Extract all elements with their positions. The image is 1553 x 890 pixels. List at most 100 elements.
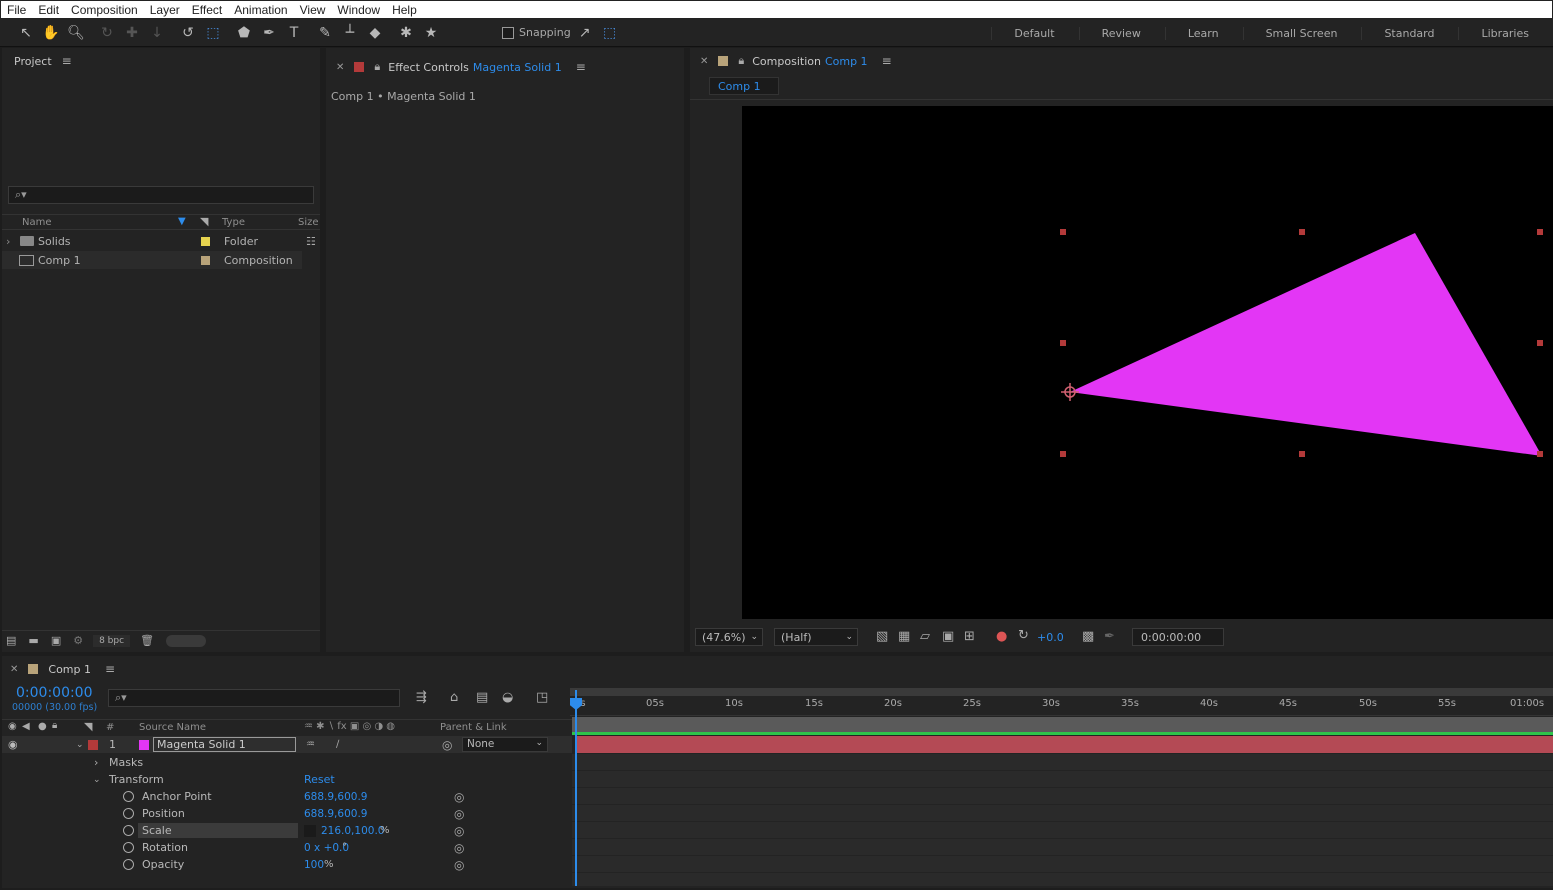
- pickwhip-icon[interactable]: ◎: [454, 807, 464, 821]
- quality-switch-icon[interactable]: ∕: [336, 739, 339, 750]
- expand-layer-icon[interactable]: ⌄: [76, 740, 84, 750]
- property-value[interactable]: 688.9,600.9: [304, 808, 367, 820]
- workspace-default[interactable]: Default: [991, 26, 1078, 40]
- parent-pickwhip-icon[interactable]: ◎: [442, 738, 452, 752]
- type-tool-icon[interactable]: T: [283, 22, 305, 44]
- frame-blending-icon[interactable]: ◒: [502, 690, 513, 705]
- menu-help[interactable]: Help: [386, 3, 423, 17]
- column-size[interactable]: Size: [298, 217, 319, 228]
- reset-exposure-icon[interactable]: ↻: [1018, 628, 1029, 643]
- layer-shape[interactable]: [742, 106, 1553, 619]
- property-anchor-point[interactable]: Anchor Point 688.9,600.9 ◎: [2, 788, 572, 805]
- bpc-button[interactable]: 8 bpc: [93, 634, 131, 647]
- pickwhip-icon[interactable]: ◎: [454, 824, 464, 838]
- layer-row[interactable]: ◉ ⌄ 1 Magenta Solid 1 ♒ ∕ ◎ None ⌄: [2, 736, 572, 753]
- eraser-tool-icon[interactable]: ◆: [364, 22, 386, 44]
- property-value[interactable]: 688.9,600.9: [304, 791, 367, 803]
- property-scale[interactable]: Scale 216.0,100.0 % ◎: [2, 822, 572, 839]
- channel-icon[interactable]: ●: [996, 629, 1007, 644]
- draft-3d-icon[interactable]: ⌂: [450, 690, 458, 705]
- pickwhip-icon[interactable]: ◎: [454, 858, 464, 872]
- pickwhip-icon[interactable]: ◎: [454, 790, 464, 804]
- comp-tab[interactable]: Comp 1: [709, 77, 779, 95]
- handle-top-right[interactable]: [1537, 229, 1543, 235]
- menu-window[interactable]: Window: [331, 3, 386, 17]
- handle-bottom-left[interactable]: [1060, 451, 1066, 457]
- puppet-tool-icon[interactable]: ★: [420, 22, 442, 44]
- interpret-footage-icon[interactable]: ▤: [6, 634, 16, 647]
- project-search-input[interactable]: ⌕▾: [8, 186, 314, 204]
- timeline-timecode[interactable]: 0:00:00:00: [16, 685, 93, 701]
- trash-icon[interactable]: 🗑︎: [140, 634, 154, 647]
- composition-name[interactable]: Comp 1: [825, 55, 868, 68]
- effect-controls-menu-icon[interactable]: ≡: [576, 60, 586, 74]
- handle-top-left[interactable]: [1060, 229, 1066, 235]
- project-item-solids[interactable]: › Solids Folder ☷: [2, 232, 320, 250]
- graph-editor-icon[interactable]: ◳: [536, 690, 548, 705]
- work-area-bar[interactable]: [572, 717, 1553, 733]
- collapse-arrow-icon[interactable]: ⌄: [93, 775, 101, 785]
- close-icon[interactable]: ✕: [700, 56, 708, 67]
- zoom-tool-icon[interactable]: 🔍︎: [65, 22, 87, 44]
- selection-tool-icon[interactable]: ↖: [15, 22, 37, 44]
- column-name[interactable]: Name: [22, 217, 52, 228]
- timeline-search-input[interactable]: ⌕▾: [108, 689, 400, 707]
- adjust-icon[interactable]: ⚙: [73, 634, 83, 647]
- handle-mid-right[interactable]: [1537, 340, 1543, 346]
- composition-mini-flowchart-icon[interactable]: ⇶: [416, 690, 427, 705]
- snapping-checkbox[interactable]: [502, 26, 514, 39]
- orbit-tool-icon[interactable]: ↻: [96, 22, 118, 44]
- workspace-libraries[interactable]: Libraries: [1458, 26, 1553, 40]
- menu-file[interactable]: File: [1, 3, 32, 17]
- property-opacity[interactable]: Opacity 100 % ◎: [2, 856, 572, 873]
- mask-visibility-icon[interactable]: ▱: [920, 629, 930, 644]
- lock-icon[interactable]: 🔒︎: [738, 54, 744, 68]
- eye-icon[interactable]: ◉: [8, 738, 18, 751]
- menu-composition[interactable]: Composition: [65, 3, 144, 17]
- layer-name[interactable]: Magenta Solid 1: [153, 737, 296, 752]
- pickwhip-icon[interactable]: ◎: [454, 841, 464, 855]
- timeline-comp-name[interactable]: Comp 1: [48, 663, 91, 676]
- timeline-menu-icon[interactable]: ≡: [105, 662, 115, 676]
- stopwatch-icon[interactable]: [123, 791, 134, 802]
- time-navigator[interactable]: [570, 688, 1553, 696]
- stopwatch-icon[interactable]: [123, 859, 134, 870]
- transparency-grid-icon[interactable]: ▦: [898, 629, 910, 644]
- shy-layers-icon[interactable]: ▤: [476, 690, 488, 705]
- layer-duration-bar[interactable]: [576, 736, 1553, 753]
- close-icon[interactable]: ✕: [336, 62, 344, 73]
- clone-stamp-tool-icon[interactable]: ┴: [339, 22, 361, 44]
- layer-label-swatch[interactable]: [88, 739, 98, 750]
- stopwatch-icon[interactable]: [123, 808, 134, 819]
- show-snapshot-icon[interactable]: ✒: [1104, 629, 1115, 644]
- handle-mid-left[interactable]: [1060, 340, 1066, 346]
- exposure-value[interactable]: +0.0: [1037, 631, 1064, 644]
- effect-controls-layer[interactable]: Magenta Solid 1: [473, 61, 562, 74]
- current-time-indicator[interactable]: [575, 690, 577, 886]
- hand-tool-icon[interactable]: ✋: [40, 22, 62, 44]
- workspace-review[interactable]: Review: [1078, 26, 1165, 40]
- column-type[interactable]: Type: [222, 217, 245, 228]
- menu-layer[interactable]: Layer: [144, 3, 186, 17]
- brush-tool-icon[interactable]: ✎: [314, 22, 336, 44]
- constrain-proportions-icon[interactable]: [304, 824, 316, 837]
- roto-brush-tool-icon[interactable]: ✱: [395, 22, 417, 44]
- comp-canvas[interactable]: [742, 106, 1553, 619]
- stopwatch-icon[interactable]: [123, 825, 134, 836]
- snap-options-icon[interactable]: ↗: [574, 22, 596, 44]
- pen-tool-icon[interactable]: ✒: [258, 22, 280, 44]
- resolution-dropdown[interactable]: (Half) ⌄: [774, 628, 858, 646]
- shape-tool-icon[interactable]: ⬟: [233, 22, 255, 44]
- anchor-point-icon[interactable]: [1061, 383, 1079, 401]
- handle-top-center[interactable]: [1299, 229, 1305, 235]
- masks-group[interactable]: › Masks: [2, 754, 572, 771]
- workspace-learn[interactable]: Learn: [1164, 26, 1243, 40]
- lock-icon[interactable]: 🔒︎: [374, 60, 380, 74]
- menu-view[interactable]: View: [294, 3, 332, 17]
- stopwatch-icon[interactable]: [123, 842, 134, 853]
- pan-behind-tool-icon[interactable]: ⬚: [202, 22, 224, 44]
- label-swatch[interactable]: [201, 255, 210, 265]
- snap-features-icon[interactable]: ⬚: [599, 22, 621, 44]
- column-parent-link[interactable]: Parent & Link: [440, 722, 507, 733]
- time-ruler[interactable]: 0s 05s 10s 15s 20s 25s 30s 35s 40s 45s 5…: [570, 698, 1553, 716]
